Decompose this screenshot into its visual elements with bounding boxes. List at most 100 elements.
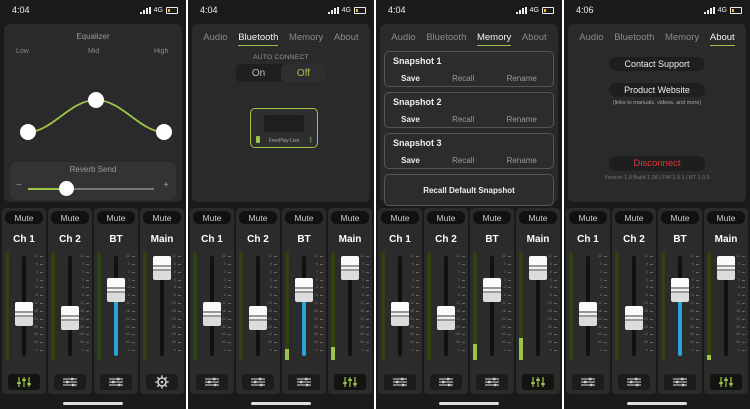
- eq-graph[interactable]: [12, 60, 174, 158]
- sliders-icon[interactable]: [618, 374, 650, 390]
- sliders-icon[interactable]: [572, 374, 604, 390]
- fader-knob[interactable]: [625, 306, 643, 330]
- snapshot-recall-button[interactable]: Recall: [452, 115, 474, 124]
- disconnect-button[interactable]: Disconnect: [609, 156, 705, 171]
- reverb-plus[interactable]: +: [163, 180, 169, 191]
- sliders-icon[interactable]: [430, 374, 462, 390]
- mute-button[interactable]: Mute: [707, 211, 745, 224]
- home-indicator[interactable]: [63, 402, 123, 405]
- mixer-sliders-icon[interactable]: [8, 374, 40, 390]
- mute-button[interactable]: Mute: [473, 211, 511, 224]
- meter-tick-label: -24: [358, 316, 364, 321]
- tab-bluetooth[interactable]: Bluetooth: [238, 32, 279, 46]
- home-indicator[interactable]: [251, 402, 311, 405]
- home-indicator[interactable]: [439, 402, 499, 405]
- sliders-icon[interactable]: [664, 374, 696, 390]
- mixer-sliders-icon[interactable]: [522, 374, 554, 390]
- auto-connect-toggle[interactable]: On Off: [236, 64, 326, 82]
- eq-low-handle[interactable]: [20, 124, 36, 140]
- tab-about[interactable]: About: [522, 32, 547, 46]
- tab-memory[interactable]: Memory: [289, 32, 323, 46]
- mute-button[interactable]: Mute: [661, 211, 699, 224]
- sliders-icon[interactable]: [242, 374, 274, 390]
- tab-about[interactable]: About: [709, 32, 735, 46]
- reverb-slider-knob[interactable]: [58, 181, 74, 196]
- fader-knob[interactable]: [107, 278, 125, 302]
- snapshot-save-button[interactable]: Save: [401, 74, 420, 83]
- meter-tick-label: -12: [78, 301, 84, 305]
- sliders-icon[interactable]: [476, 374, 508, 390]
- contact-support-button[interactable]: Contact Support: [609, 57, 705, 71]
- meter-tick: [650, 334, 653, 336]
- channel-name: Ch 1: [389, 234, 411, 245]
- snapshot-save-button[interactable]: Save: [401, 156, 420, 165]
- home-indicator[interactable]: [627, 402, 687, 405]
- fader-knob[interactable]: [437, 306, 455, 330]
- reverb-minus[interactable]: −: [16, 180, 22, 191]
- fader-knob[interactable]: [341, 256, 359, 281]
- fader-knob[interactable]: [153, 256, 171, 281]
- fader-track[interactable]: [490, 256, 494, 356]
- bluetooth-device-card[interactable]: FreePlay Live ᛒ: [250, 108, 318, 148]
- mute-button[interactable]: Mute: [519, 211, 557, 224]
- tab-memory[interactable]: Memory: [476, 32, 512, 46]
- mixer-sliders-icon[interactable]: [710, 374, 742, 390]
- fader-knob[interactable]: [529, 256, 547, 281]
- snapshot-rename-button[interactable]: Rename: [507, 74, 537, 83]
- meter-tick-label: -3: [80, 285, 84, 290]
- meter-tick-label: -60: [32, 340, 38, 345]
- sliders-icon[interactable]: [384, 374, 416, 390]
- snapshot-recall-button[interactable]: Recall: [452, 156, 474, 165]
- fader-knob[interactable]: [15, 302, 33, 326]
- phone-screen-audio: 4:04 4G Equalizer Low Mid High Reverb Se…: [0, 0, 186, 409]
- channel-name: Main: [714, 234, 738, 245]
- fader-knob[interactable]: [203, 302, 221, 326]
- sliders-icon[interactable]: [196, 374, 228, 390]
- fader-knob[interactable]: [483, 278, 501, 302]
- fader-knob[interactable]: [249, 306, 267, 330]
- mute-button[interactable]: Mute: [51, 211, 89, 224]
- channel-name: Ch 2: [435, 234, 457, 245]
- tab-bluetooth[interactable]: Bluetooth: [426, 32, 466, 46]
- mute-button[interactable]: Mute: [97, 211, 135, 224]
- fader-knob[interactable]: [671, 278, 689, 302]
- mute-button[interactable]: Mute: [569, 211, 607, 224]
- mute-button[interactable]: Mute: [5, 211, 43, 224]
- mute-button[interactable]: Mute: [193, 211, 231, 224]
- recall-default-snapshot-button[interactable]: Recall Default Snapshot: [384, 174, 554, 206]
- snapshot-rename-button[interactable]: Rename: [507, 156, 537, 165]
- auto-connect-off[interactable]: Off: [281, 64, 326, 82]
- tab-audio[interactable]: Audio: [579, 32, 603, 46]
- mute-button[interactable]: Mute: [427, 211, 465, 224]
- snapshot-recall-button[interactable]: Recall: [452, 74, 474, 83]
- mute-button[interactable]: Mute: [331, 211, 369, 224]
- product-website-button[interactable]: Product Website: [609, 83, 705, 97]
- mute-button[interactable]: Mute: [381, 211, 419, 224]
- snapshot-rename-button[interactable]: Rename: [507, 115, 537, 124]
- tab-audio[interactable]: Audio: [391, 32, 415, 46]
- fader-knob[interactable]: [61, 306, 79, 330]
- mixer-sliders-icon[interactable]: [334, 374, 366, 390]
- tab-about[interactable]: About: [334, 32, 359, 46]
- sliders-icon[interactable]: [54, 374, 86, 390]
- gear-icon[interactable]: [146, 374, 178, 390]
- mute-button[interactable]: Mute: [285, 211, 323, 224]
- fader-knob[interactable]: [717, 256, 735, 281]
- snapshot-save-button[interactable]: Save: [401, 115, 420, 124]
- tab-audio[interactable]: Audio: [203, 32, 227, 46]
- tab-bluetooth[interactable]: Bluetooth: [614, 32, 654, 46]
- auto-connect-on[interactable]: On: [236, 64, 281, 82]
- reverb-slider-track[interactable]: [28, 181, 154, 196]
- mute-button[interactable]: Mute: [615, 211, 653, 224]
- eq-high-handle[interactable]: [156, 124, 172, 140]
- fader-knob[interactable]: [391, 302, 409, 326]
- mute-button[interactable]: Mute: [143, 211, 181, 224]
- fader-knob[interactable]: [579, 302, 597, 326]
- fader-knob[interactable]: [295, 278, 313, 302]
- tab-memory[interactable]: Memory: [665, 32, 699, 46]
- sliders-icon[interactable]: [100, 374, 132, 390]
- eq-mid-handle[interactable]: [88, 92, 104, 108]
- meter-tick: [228, 279, 231, 281]
- mute-button[interactable]: Mute: [239, 211, 277, 224]
- sliders-icon[interactable]: [288, 374, 320, 390]
